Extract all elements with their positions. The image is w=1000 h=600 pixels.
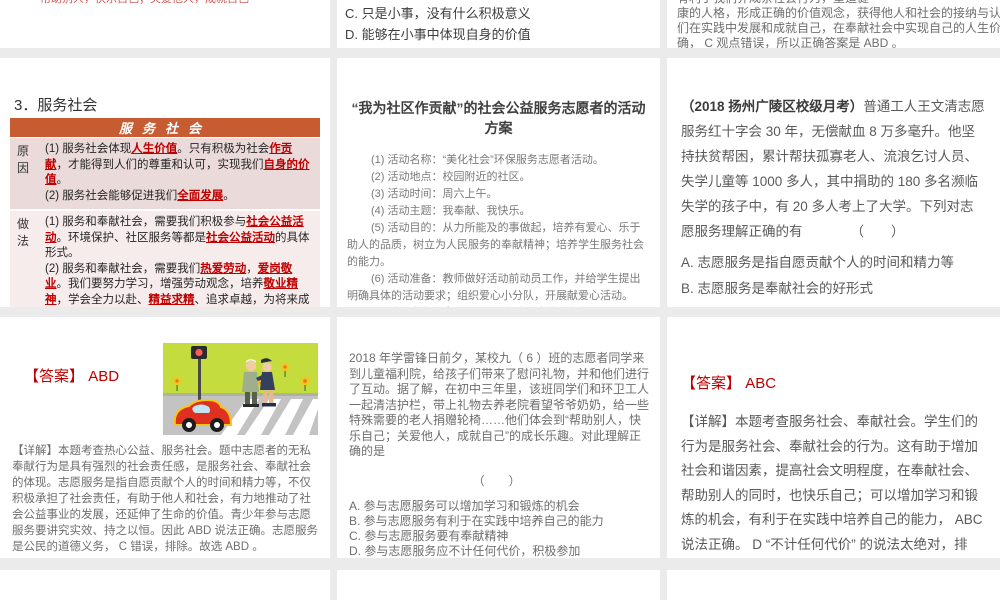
plan-item: (4) 活动主题：我奉献、我快乐。 (371, 205, 531, 217)
option-b: B. 参与志愿服务有利于在实践中培养自己的能力 (349, 513, 604, 528)
answer-explanation: 【详解】本题考查热心公益、服务社会。题中志愿者的无私奉献行为是具有强烈的社会责任… (12, 445, 319, 553)
method-para-2: (2) 服务和奉献社会，需要我们热爱劳动，爱岗敬业。我们要努力学习，增强劳动观念… (45, 262, 310, 306)
option-c: C. 志愿服务是公民的法定义务 (681, 302, 986, 307)
table-row-method: 做法 (1) 服务和奉献社会，需要我们积极参与社会公益活动。环境保护、社区服务等… (10, 211, 320, 307)
option-c: C. 只是小事，没有什么积极意义 (345, 6, 531, 21)
slide-card-serve-society-notes[interactable]: 3．服务社会 服务社会 原因 (1) 服务社会体现人生价值。只有积极为社会作贡献… (0, 58, 330, 307)
activity-plan-title: “我为社区作贡献”的社会公益服务志愿者的活动方案 (351, 100, 646, 136)
plan-item: (2) 活动地点：校园附近的社区。 (371, 171, 531, 183)
slide-card-question-leifeng[interactable]: 2018 年学雷锋日前夕，某校九（ 6 ）班的志愿者同学来到儿童福利院，给孩子们… (337, 317, 660, 558)
row-label-method: 做法 (17, 217, 30, 248)
answer-label: 【答案】 (681, 375, 742, 392)
slide-card-top-middle[interactable]: C. 只是小事，没有什么积极意义 D. 能够在小事中体现自身的价值 (337, 0, 660, 48)
option-c: C. 参与志愿服务要有奉献精神 (349, 528, 509, 543)
slide-card-activity-plan[interactable]: “我为社区作贡献”的社会公益服务志愿者的活动方案 (1) 活动名称：“美化社会”… (337, 58, 660, 307)
crossing-street-illustration (163, 343, 318, 435)
table-row-reason: 原因 (1) 服务社会体现人生价值。只有积极为社会作贡献，才能得到人们的尊重和认… (10, 138, 320, 209)
question-source: （2018 扬州广陵区校级月考） (681, 99, 864, 114)
option-b: B. 志愿服务是奉献社会的好形式 (681, 281, 874, 296)
option-d: D. 参与志愿服务应不计任何代价，积极参加 (349, 543, 581, 558)
slide-card-bottom-middle[interactable] (337, 570, 660, 600)
clipped-red-text-line: 帮助别人，快乐自己；关爱他人，成就自己 (40, 0, 249, 6)
reason-para-1: (1) 服务社会体现人生价值。只有积极为社会作贡献，才能得到人们的尊重和认可，实… (45, 143, 310, 186)
row-label-reason: 原因 (17, 144, 30, 175)
question-text: 2018 年学雷锋日前夕，某校九（ 6 ）班的志愿者同学来到儿童福利院，给孩子们… (349, 351, 650, 458)
document-page-grid: 帮助别人，快乐自己；关爱他人，成就自己 C. 只是小事，没有什么积极意义 D. … (0, 0, 1000, 600)
answer-value: ABC (745, 375, 777, 392)
answer-value: ABD (88, 368, 120, 385)
plan-item: (5) 活动目的：从力所能及的事做起，培养有爱心、乐于助人的品质，树立为人民服务… (347, 222, 644, 268)
answer-label: 【答案】 (24, 368, 85, 385)
section-heading: 3．服务社会 (14, 97, 98, 114)
slide-card-bottom-right[interactable] (667, 570, 1000, 600)
question-text: （2018 扬州广陵区校级月考）普通工人王文清志愿服务红十字会 30 年，无偿献… (681, 99, 985, 239)
option-d: D. 能够在小事中体现自身的价值 (345, 27, 531, 42)
method-para-1: (1) 服务和奉献社会，需要我们积极参与社会公益活动。环境保护、社区服务等都是社… (45, 216, 310, 259)
answer-line: 【答案】 ABC (681, 372, 776, 393)
slide-card-top-left[interactable]: 帮助别人，快乐自己；关爱他人，成就自己 (0, 0, 330, 48)
slide-card-bottom-left[interactable] (0, 570, 330, 600)
activity-plan-list: (1) 活动名称：“美化社会”环保服务志愿者活动。 (2) 活动地点：校园附近的… (337, 152, 660, 307)
slide-card-question-2018[interactable]: （2018 扬州广陵区校级月考）普通工人王文清志愿服务红十字会 30 年，无偿献… (667, 58, 1000, 307)
reason-para-2: (2) 服务社会能够促进我们全面发展。 (45, 189, 235, 202)
slide-card-top-right[interactable]: 有利于我们养成亲社会行为，塑造健 康的人格，形成正确的价值观念，获得他人和社会的… (667, 0, 1000, 48)
plan-item: (3) 活动时间：周六上午。 (371, 188, 498, 200)
plan-item: (6) 活动准备：教师做好活动前动员工作，并给学生提出明确具体的活动要求；组织爱… (347, 273, 641, 302)
answer-bracket: （ ） (850, 224, 905, 239)
option-a: A. 志愿服务是指自愿贡献个人的时间和精力等 (681, 255, 955, 270)
serve-society-banner: 服务社会 (10, 118, 320, 137)
question-options: A. 志愿服务是指自愿贡献个人的时间和精力等 B. 志愿服务是奉献社会的好形式 … (667, 244, 1000, 307)
option-a: A. 参与志愿服务可以增加学习和锻炼的机会 (349, 498, 580, 513)
answer-explanation-tail: 有利于我们养成亲社会行为，塑造健 康的人格，形成正确的价值观念，获得他人和社会的… (677, 0, 1000, 48)
plan-item: (1) 活动名称：“美化社会”环保服务志愿者活动。 (371, 154, 604, 166)
slide-card-answer-abc[interactable]: 【答案】 ABC 【详解】本题考查服务社会、奉献社会。学生们的行为是服务社会、奉… (667, 317, 1000, 558)
answer-line: 【答案】 ABD (24, 365, 119, 386)
serve-society-table: 原因 (1) 服务社会体现人生价值。只有积极为社会作贡献，才能得到人们的尊重和认… (10, 138, 320, 307)
answer-bracket: （ ） (472, 473, 521, 488)
plan-item: (7) 活动内容（步骤）：一是在社区宣传环保知识。二是开展“你扔我收，变废为宝”… (347, 305, 650, 307)
slide-card-answer-abd[interactable]: 【答案】 ABD 【详解】本题考查热心公益、服务社会。题中志愿者的无私奉献行为是… (0, 317, 330, 558)
answer-explanation: 【详解】本题考查服务社会、奉献社会。学生们的行为是服务社会、奉献社会的行为。这有… (681, 414, 983, 552)
question-options: A. 参与志愿服务可以增加学习和锻炼的机会 B. 参与志愿服务有利于在实践中培养… (337, 489, 660, 559)
